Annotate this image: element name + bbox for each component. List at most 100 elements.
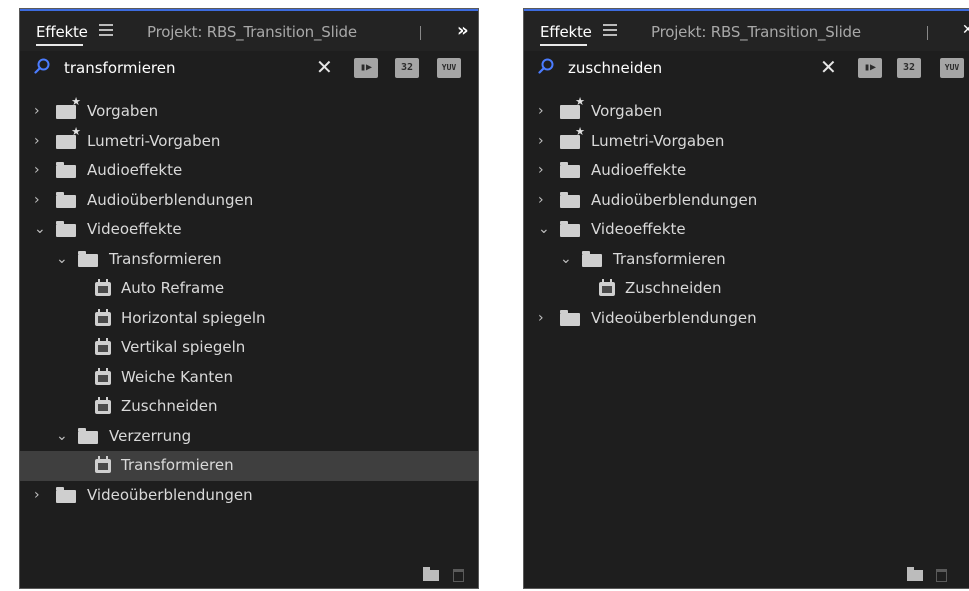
tree-row-label: Transformieren [109, 249, 222, 268]
expander[interactable]: › [538, 186, 550, 216]
expander[interactable]: › [34, 97, 46, 127]
tree-row[interactable]: › Audioeffekte [524, 156, 969, 186]
tree-row-label: Videoeffekte [591, 220, 686, 238]
effect-icon [95, 279, 111, 296]
chevron-right-icon[interactable]: › [538, 162, 544, 178]
tree-row-label: Transformieren [613, 249, 726, 268]
tree-row[interactable]: Horizontal spiegeln [20, 304, 478, 334]
search-input[interactable] [64, 57, 294, 79]
chevron-right-icon[interactable]: › [34, 487, 40, 503]
tree-row-label: Auto Reframe [121, 279, 225, 297]
chevron-down-icon[interactable]: ⌄ [560, 251, 572, 267]
tree-row[interactable]: ⌄ Transformieren [524, 245, 969, 275]
tree-row[interactable]: › Videoüberblendungen [20, 481, 478, 511]
yuv-effects-button[interactable]: YUV [437, 58, 461, 78]
tab-effekte[interactable]: Effekte [540, 23, 592, 41]
expander[interactable]: › [538, 127, 550, 157]
active-tab-underline [36, 44, 83, 46]
effects-panel-right: Effekte Projekt: RBS_Transition_Slide ✕ … [523, 8, 969, 589]
tab-separator [927, 26, 928, 40]
tree-row[interactable]: ⌄ Verzerrung [20, 422, 478, 452]
expander[interactable]: ⌄ [56, 422, 68, 452]
tree-row-label: Horizontal spiegeln [121, 308, 266, 327]
preset-folder-icon [560, 126, 585, 149]
expander[interactable]: ⌄ [34, 215, 46, 245]
expander[interactable]: ⌄ [56, 245, 68, 275]
tree-row[interactable]: ⌄ Transformieren [20, 245, 478, 275]
effect-icon [95, 308, 111, 326]
accelerated-effects-button[interactable]: ▮▶ [858, 58, 882, 78]
expander[interactable]: › [34, 156, 46, 186]
tree-row-label: Transformieren [121, 456, 234, 474]
folder-icon [56, 162, 76, 178]
tree-row[interactable]: › Audioüberblendungen [524, 186, 969, 216]
clear-search-icon[interactable]: ✕ [316, 55, 333, 79]
folder-icon [560, 221, 580, 237]
chevron-right-icon[interactable]: › [34, 103, 40, 119]
chevron-down-icon[interactable]: ⌄ [56, 251, 68, 267]
tree-row[interactable]: Weiche Kanten [20, 363, 478, 393]
chevron-down-icon[interactable]: ⌄ [34, 221, 46, 237]
folder-icon [56, 191, 76, 208]
search-input[interactable] [568, 57, 798, 79]
yuv-effects-button[interactable]: YUV [940, 58, 964, 78]
tree-row-label: Audioüberblendungen [87, 190, 254, 209]
expander[interactable]: › [538, 304, 550, 334]
overflow-chevron-icon[interactable]: » [457, 20, 469, 41]
tree-row[interactable]: › Audioeffekte [20, 156, 478, 186]
tab-projekt[interactable]: Projekt: RBS_Transition_Slide [651, 23, 861, 41]
chevron-right-icon[interactable]: › [538, 133, 544, 149]
chevron-right-icon[interactable]: › [34, 192, 40, 208]
clear-search-icon[interactable]: ✕ [820, 55, 837, 79]
expander[interactable]: › [538, 97, 550, 127]
tree-row[interactable]: ⌄ Videoeffekte [20, 215, 478, 245]
search-row: ✕ ▮▶ 32 YUV [20, 51, 478, 85]
expander[interactable]: › [538, 156, 550, 186]
folder-icon [56, 221, 76, 237]
hamburger-menu-icon[interactable] [603, 24, 617, 36]
expander[interactable]: › [34, 481, 46, 511]
chevron-right-icon[interactable]: › [538, 310, 544, 326]
preset-folder-icon [56, 126, 81, 149]
tree-row-label: Lumetri-Vorgaben [591, 131, 725, 150]
new-folder-icon[interactable] [907, 567, 923, 581]
folder-icon [78, 427, 98, 444]
active-tab-underline [540, 44, 587, 46]
tree-row[interactable]: Zuschneiden [524, 274, 969, 304]
32bit-effects-button[interactable]: 32 [395, 58, 419, 78]
chevron-right-icon[interactable]: › [34, 162, 40, 178]
expander[interactable]: ⌄ [560, 245, 572, 275]
tab-bar: Effekte Projekt: RBS_Transition_Slide ✕ [524, 9, 969, 51]
accelerated-effects-button[interactable]: ▮▶ [354, 58, 378, 78]
tree-row[interactable]: Zuschneiden [20, 392, 478, 422]
tree-row[interactable]: Transformieren [20, 451, 478, 481]
effect-icon [95, 367, 111, 385]
tab-effekte[interactable]: Effekte [36, 23, 88, 41]
tree-row-label: Vorgaben [591, 102, 663, 120]
expander[interactable]: ⌄ [538, 215, 550, 245]
chevron-right-icon[interactable]: › [34, 133, 40, 149]
chevron-right-icon[interactable]: › [538, 103, 544, 119]
close-panel-icon[interactable]: ✕ [962, 22, 969, 38]
chevron-right-icon[interactable]: › [538, 192, 544, 208]
effect-icon [95, 397, 111, 414]
32bit-effects-button[interactable]: 32 [897, 58, 921, 78]
tree-row[interactable]: › Audioüberblendungen [20, 186, 478, 216]
tab-projekt[interactable]: Projekt: RBS_Transition_Slide [147, 23, 357, 41]
tree-row[interactable]: › Lumetri-Vorgaben [524, 126, 969, 157]
tree-row[interactable]: Vertikal spiegeln [20, 333, 478, 363]
tree-row[interactable]: › Vorgaben [20, 96, 478, 127]
expander[interactable]: › [34, 127, 46, 157]
tree-row[interactable]: ⌄ Videoeffekte [524, 215, 969, 245]
tree-row[interactable]: › Lumetri-Vorgaben [20, 126, 478, 157]
hamburger-menu-icon[interactable] [99, 24, 113, 36]
chevron-down-icon[interactable]: ⌄ [538, 221, 550, 237]
expander[interactable]: › [34, 186, 46, 216]
trash-icon[interactable] [936, 569, 947, 582]
trash-icon[interactable] [453, 569, 464, 582]
tree-row[interactable]: › Vorgaben [524, 96, 969, 127]
tree-row[interactable]: Auto Reframe [20, 274, 478, 304]
new-folder-icon[interactable] [423, 567, 439, 581]
chevron-down-icon[interactable]: ⌄ [56, 428, 68, 444]
tree-row[interactable]: › Videoüberblendungen [524, 304, 969, 334]
